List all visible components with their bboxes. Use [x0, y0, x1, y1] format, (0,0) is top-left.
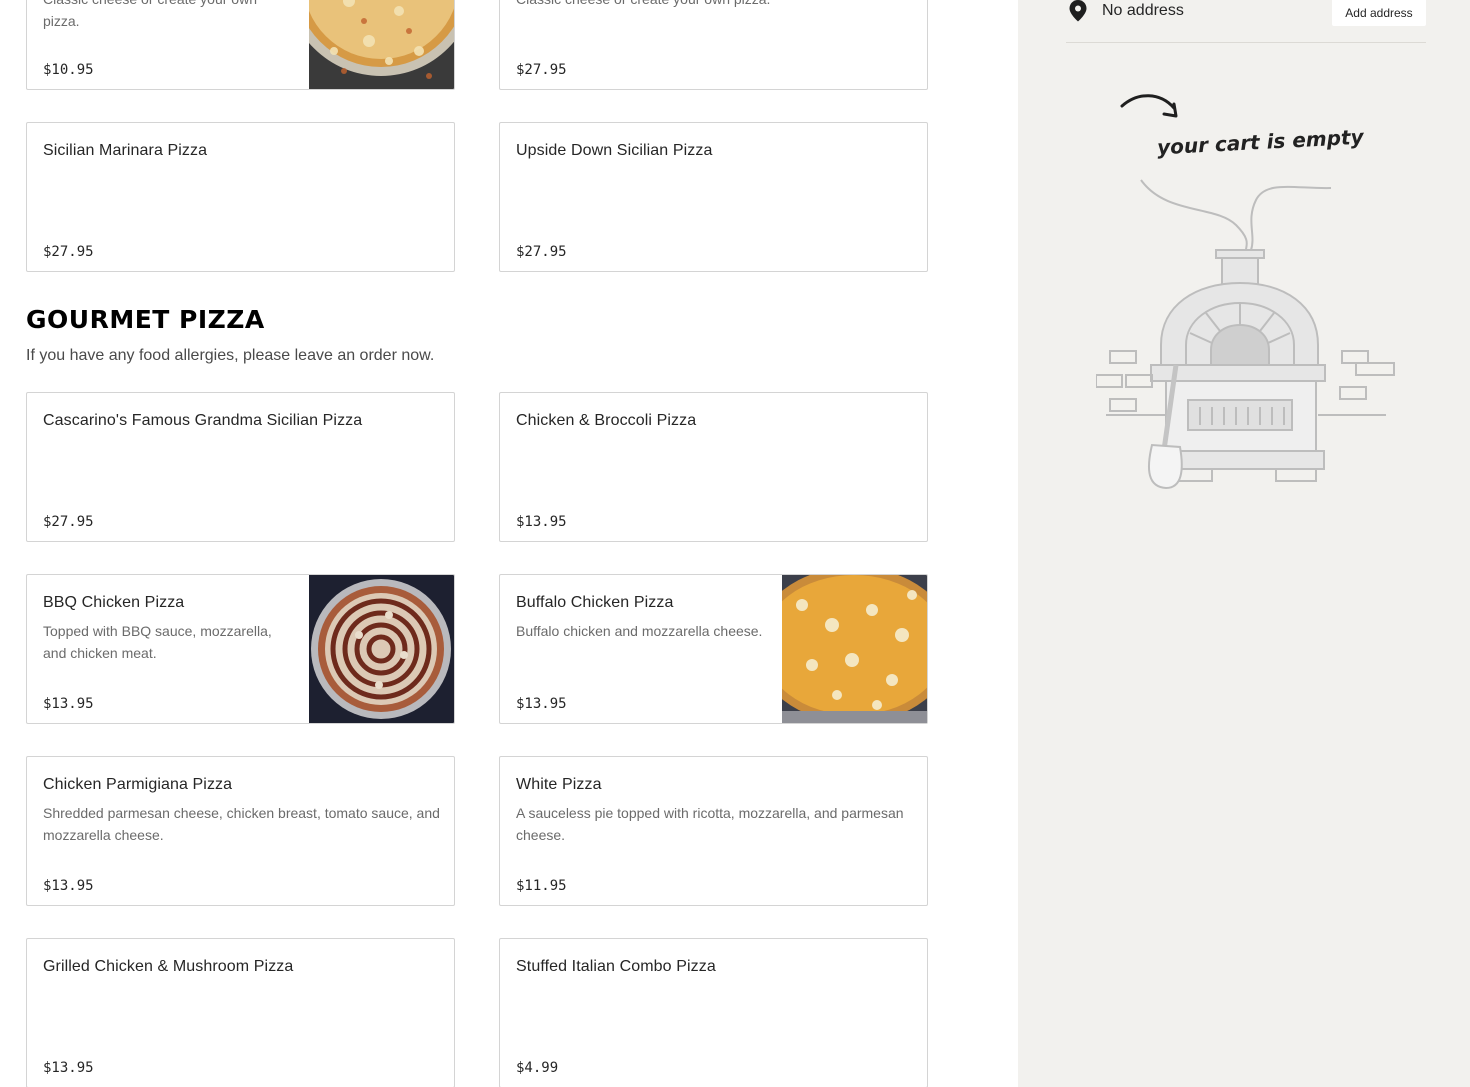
- item-price: $13.95: [43, 878, 94, 894]
- item-name: BBQ Chicken Pizza: [43, 594, 185, 611]
- menu-item-card[interactable]: Buffalo Chicken Pizza Buffalo chicken an…: [499, 574, 928, 724]
- section-title: GOURMET PIZZA: [26, 305, 265, 334]
- item-price: $27.95: [43, 244, 94, 260]
- curved-arrow-icon: [1120, 94, 1178, 118]
- section-note: If you have any food allergies, please l…: [26, 347, 435, 364]
- item-name: Cascarino's Famous Grandma Sicilian Pizz…: [43, 412, 363, 429]
- bbq-chicken-pizza-photo: [309, 575, 454, 723]
- item-description: Topped with BBQ sauce, mozzarella, and c…: [43, 623, 272, 661]
- item-price: $27.95: [516, 62, 567, 78]
- cheese-pizza-photo: [309, 0, 454, 89]
- buffalo-chicken-pizza-photo: [782, 575, 927, 723]
- item-description: Classic cheese or create your own pizza.: [516, 0, 916, 10]
- item-price: $10.95: [43, 62, 94, 78]
- menu-item-card[interactable]: Classic cheese or create your own pizza.…: [26, 0, 455, 90]
- item-price: $27.95: [516, 244, 567, 260]
- item-price: $13.95: [516, 514, 567, 530]
- add-address-button[interactable]: Add address: [1332, 0, 1426, 26]
- empty-cart-text: your cart is empty: [1156, 124, 1365, 160]
- menu-item-card[interactable]: Grilled Chicken & Mushroom Pizza $13.95: [26, 938, 455, 1087]
- map-pin-icon: [1069, 0, 1087, 22]
- address-text: No address: [1102, 2, 1184, 19]
- item-name: Chicken & Broccoli Pizza: [516, 412, 697, 429]
- menu-item-card[interactable]: Chicken & Broccoli Pizza $13.95: [499, 392, 928, 542]
- item-price: $13.95: [43, 1060, 94, 1076]
- item-name: Buffalo Chicken Pizza: [516, 594, 674, 611]
- menu-item-card[interactable]: Upside Down Sicilian Pizza $27.95: [499, 122, 928, 272]
- menu-item-card[interactable]: White Pizza A sauceless pie topped with …: [499, 756, 928, 906]
- item-price: $4.99: [516, 1060, 559, 1076]
- item-description: Buffalo chicken and mozzarella cheese.: [516, 623, 763, 639]
- item-name: Stuffed Italian Combo Pizza: [516, 958, 716, 975]
- menu-item-card[interactable]: BBQ Chicken Pizza Topped with BBQ sauce,…: [26, 574, 455, 724]
- item-price: $27.95: [43, 514, 94, 530]
- pizza-oven-illustration: [1096, 179, 1395, 490]
- menu-item-card[interactable]: Cascarino's Famous Grandma Sicilian Pizz…: [26, 392, 455, 542]
- item-name: Grilled Chicken & Mushroom Pizza: [43, 958, 294, 975]
- address-row: No address Add address: [1066, 0, 1426, 43]
- item-price: $13.95: [43, 696, 94, 712]
- item-description: Shredded parmesan cheese, chicken breast…: [43, 805, 440, 843]
- item-description: Classic cheese or create your own pizza.: [43, 0, 257, 29]
- item-name: White Pizza: [516, 776, 602, 793]
- item-price: $11.95: [516, 878, 567, 894]
- menu-item-card[interactable]: Sicilian Marinara Pizza $27.95: [26, 122, 455, 272]
- item-name: Chicken Parmigiana Pizza: [43, 776, 233, 793]
- item-name: Sicilian Marinara Pizza: [43, 142, 208, 159]
- item-name: Upside Down Sicilian Pizza: [516, 142, 713, 159]
- item-price: $13.95: [516, 696, 567, 712]
- item-description: A sauceless pie topped with ricotta, moz…: [516, 805, 904, 843]
- menu-item-card[interactable]: Classic cheese or create your own pizza.…: [499, 0, 928, 90]
- menu-item-card[interactable]: Chicken Parmigiana Pizza Shredded parmes…: [26, 756, 455, 906]
- menu-item-card[interactable]: Stuffed Italian Combo Pizza $4.99: [499, 938, 928, 1087]
- cart-sidebar: No address Add address your cart is empt…: [1018, 0, 1470, 1087]
- menu-column: Classic cheese or create your own pizza.…: [0, 0, 1018, 1087]
